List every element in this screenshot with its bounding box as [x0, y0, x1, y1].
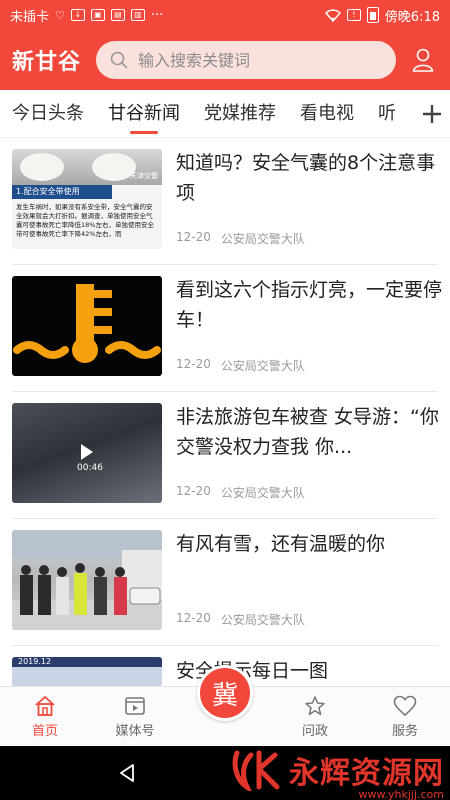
more-notifications: ··· — [150, 7, 164, 23]
download-icon: ↓ — [70, 9, 85, 21]
nav-service-label: 服务 — [391, 724, 418, 739]
watermark-logo-icon — [232, 750, 280, 791]
nav-politics-label: 问政 — [301, 724, 328, 739]
article-thumbnail-warning-light — [12, 276, 162, 376]
nav-politics[interactable]: 问政 — [270, 687, 360, 746]
category-tabs: 今日头条 甘谷新闻 党媒推荐 看电视 听 — [0, 90, 450, 138]
shop-app-icon: ▥ — [130, 9, 145, 21]
article-date: 12-20 — [176, 484, 211, 498]
article-source: 公安局交警大队 — [220, 486, 305, 500]
coolant-temperature-icon — [13, 284, 161, 363]
article-thumbnail-airbag: 天津交警 1.配合安全带使用 发生车祸时，如果没有系安全带，安全气囊的安全效果就… — [12, 149, 162, 249]
app-logo[interactable]: 新甘谷 — [12, 44, 86, 76]
search-icon — [110, 51, 128, 69]
video-icon — [125, 697, 145, 715]
app-header: 新甘谷 — [0, 30, 450, 90]
search-input[interactable] — [138, 50, 368, 70]
article-item[interactable]: 天津交警 1.配合安全带使用 发生车祸时，如果没有系安全带，安全气囊的安全效果就… — [12, 138, 438, 265]
watermark: 永辉资源网 www.yhkjjj.com — [231, 748, 444, 800]
tab-listen[interactable]: 听 — [366, 90, 408, 137]
article-item[interactable]: 00:46 非法旅游包车被查 女导游：“你交警没权力查我 你... 12-20 … — [12, 392, 439, 519]
watermark-url: www.yhkjjj.com — [358, 788, 445, 800]
group-photo-icon — [12, 530, 162, 630]
article-meta: 12-20 公安局交警大队 — [176, 611, 305, 628]
article-meta: 12-20 公安局交警大队 — [176, 357, 305, 374]
nav-service[interactable]: 服务 — [360, 687, 450, 746]
thumb-body-text: 发生车祸时，如果没有系安全带，安全气囊的安全效果就会大打折扣。据调查，单独使用安… — [16, 203, 154, 238]
wifi-icon — [324, 8, 341, 22]
tab-tv[interactable]: 看电视 — [288, 90, 366, 137]
article-title[interactable]: 非法旅游包车被查 女导游：“你交警没权力查我 你... — [176, 402, 448, 462]
article-source: 公安局交警大队 — [220, 232, 305, 246]
news-app-icon: ▤ — [110, 9, 125, 21]
status-bar: 未插卡 ♡ ↓ ▣ ▤ ▥ ··· ! 傍晚6:18 — [0, 0, 450, 30]
article-meta: 12-20 公安局交警大队 — [176, 484, 305, 501]
thumb-caption: 2019.12 — [12, 657, 162, 667]
nav-home[interactable]: 首页 — [0, 687, 90, 746]
heart-rate-icon: ♡ — [55, 8, 65, 22]
play-icon[interactable] — [81, 444, 93, 460]
user-icon — [412, 48, 434, 72]
image-icon: ▣ — [90, 9, 105, 21]
home-icon — [35, 696, 55, 716]
tab-gangu-news[interactable]: 甘谷新闻 — [96, 90, 192, 137]
tab-party-media[interactable]: 党媒推荐 — [192, 90, 288, 137]
thumb-watermark: 天津交警 — [130, 172, 158, 180]
article-thumbnail-safety-tip: 2019.12 — [12, 657, 162, 687]
tab-headlines[interactable]: 今日头条 — [0, 90, 96, 137]
search-bar[interactable] — [96, 41, 396, 79]
article-item[interactable]: 看到这六个指示灯亮，一定要停车！ 12-20 公安局交警大队 — [12, 265, 442, 392]
article-source: 公安局交警大队 — [220, 359, 305, 373]
plus-icon — [423, 105, 441, 123]
center-logo-button[interactable]: 冀 — [197, 665, 253, 721]
thumb-caption: 1.配合安全带使用 — [12, 185, 112, 199]
user-button[interactable] — [408, 45, 438, 75]
carrier-label: 未插卡 — [10, 9, 50, 25]
article-date: 12-20 — [176, 611, 211, 625]
video-duration: 00:46 — [77, 463, 103, 473]
article-title[interactable]: 看到这六个指示灯亮，一定要停车！ — [176, 275, 448, 335]
nav-media[interactable]: 媒体号 — [90, 687, 180, 746]
article-date: 12-20 — [176, 357, 211, 371]
battery-icon — [366, 7, 379, 23]
nav-center[interactable]: 冀 — [180, 665, 270, 746]
sim-icon: ! — [346, 9, 361, 21]
article-title[interactable]: 知道吗？安全气囊的8个注意事项 — [176, 148, 448, 208]
article-meta: 12-20 公安局交警大队 — [176, 230, 305, 247]
nav-media-label: 媒体号 — [115, 724, 155, 739]
article-title[interactable]: 有风有雪，还有温暖的你 — [176, 529, 448, 559]
article-date: 12-20 — [176, 230, 211, 244]
add-channel-button[interactable] — [414, 90, 450, 137]
back-icon[interactable] — [118, 763, 136, 783]
clock: 傍晚6:18 — [384, 9, 440, 25]
article-source: 公安局交警大队 — [220, 613, 305, 627]
heart-icon — [393, 695, 417, 717]
system-navigation-bar: 永辉资源网 www.yhkjjj.com — [0, 746, 450, 800]
star-icon — [305, 696, 325, 716]
article-thumbnail-group-photo — [12, 530, 162, 630]
bottom-navigation: 首页 媒体号 冀 问政 服务 — [0, 665, 450, 746]
article-thumbnail-video[interactable]: 00:46 — [12, 403, 162, 503]
article-item[interactable]: 有风有雪，还有温暖的你 12-20 公安局交警大队 — [12, 519, 438, 646]
nav-home-label: 首页 — [31, 724, 58, 739]
watermark-text: 永辉资源网 — [289, 756, 444, 791]
